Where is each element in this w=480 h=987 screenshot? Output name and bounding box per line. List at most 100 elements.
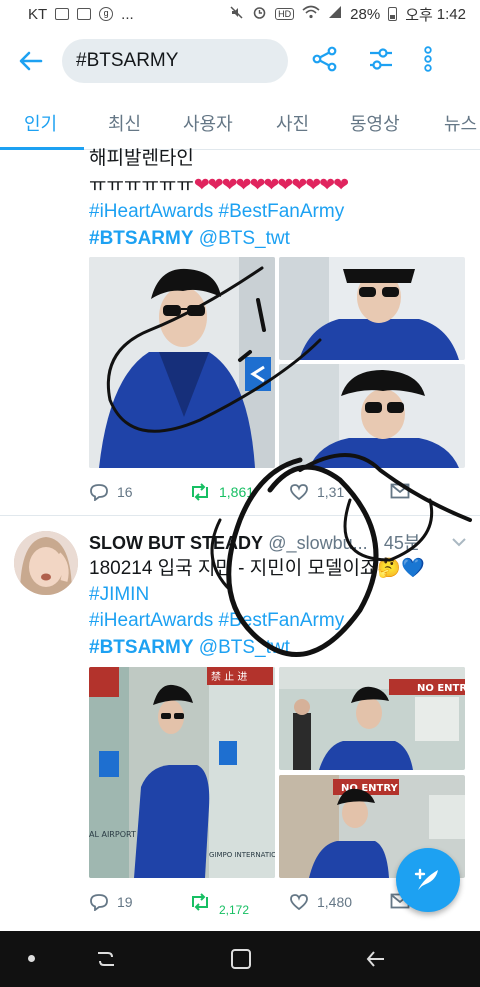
- heart-icon: [290, 894, 308, 911]
- search-input[interactable]: #BTSARMY: [62, 39, 288, 83]
- tweet-1-like-count: 1,31: [317, 484, 345, 500]
- tweet-1-line-1: 해피발렌타인: [89, 148, 194, 169]
- tweet-2-photo-top-right[interactable]: NO ENTRY: [279, 667, 465, 770]
- tweet-1-photo-large[interactable]: [89, 257, 275, 468]
- tweet-1-line-2: ㅠㅠㅠㅠㅠㅠ❤❤❤❤❤❤❤❤❤❤❤: [89, 172, 349, 199]
- tweet-2-reply-count: 19: [117, 894, 133, 910]
- alarm-icon: [252, 5, 267, 24]
- home-button[interactable]: [230, 948, 252, 975]
- back-chevron-icon: [366, 951, 384, 967]
- tab-news[interactable]: 뉴스: [444, 110, 477, 136]
- nav-dot-icon: [28, 955, 35, 962]
- more-vertical-icon: [424, 45, 432, 72]
- gallery-notification-icon: [55, 8, 70, 20]
- reply-icon: [90, 484, 108, 501]
- more-notifications: ...: [121, 5, 134, 23]
- tweet-divider: [0, 515, 480, 516]
- heart-icon: [290, 484, 308, 501]
- tweet-2-reply-button[interactable]: 19: [89, 893, 133, 911]
- tweet-2-like-count: 1,480: [317, 894, 353, 910]
- share-icon: [312, 46, 337, 71]
- gate-sign-text: 禁 止 进: [211, 671, 247, 683]
- tweet-1-photo-top-right[interactable]: [279, 257, 465, 360]
- hd-badge: HD: [275, 8, 295, 20]
- recent-apps-button[interactable]: [94, 947, 118, 976]
- home-square-icon: [231, 949, 251, 969]
- tab-people[interactable]: 사용자: [183, 110, 233, 136]
- retweet-icon: [192, 893, 208, 911]
- tweet-1-dm-button[interactable]: [390, 483, 410, 499]
- wifi-icon: [302, 5, 320, 23]
- tab-latest[interactable]: 최신: [108, 110, 141, 136]
- tab-photos[interactable]: 사진: [276, 110, 309, 136]
- tweet-1-photo-bottom-right-image: [279, 364, 465, 468]
- mute-icon: [229, 5, 244, 24]
- tweet-2-header: SLOW BUT STEADY @_slowbu... · 45분: [89, 530, 420, 557]
- tweet-1-hashtags[interactable]: #iHeartAwards #BestFanArmy: [89, 198, 344, 225]
- tab-videos[interactable]: 동영상: [350, 110, 400, 136]
- status-bar: KT g ... HD 28% 오후 1:42: [0, 0, 480, 28]
- avatar-image: [14, 531, 78, 595]
- g-notification-icon: g: [99, 7, 114, 21]
- filter-button[interactable]: [368, 46, 394, 77]
- tweet-1-hearts: ❤❤❤❤❤❤❤❤❤❤❤: [193, 175, 349, 196]
- compose-tweet-button[interactable]: [396, 848, 460, 912]
- tweet-2-photo-large[interactable]: 禁 止 进 AL AIRPORT GIMPO INTERNATIO: [89, 667, 275, 878]
- tweet-2-timestamp: · 45분: [372, 533, 421, 553]
- tweet-1-tags: #BTSARMY @BTS_twt: [89, 225, 290, 252]
- tweet-2-hashtags[interactable]: #iHeartAwards #BestFanArmy: [89, 607, 344, 634]
- tweet-1-crying: ㅠㅠㅠㅠㅠㅠ: [89, 175, 194, 196]
- tweet-2-retweet-button[interactable]: 2,172: [189, 893, 249, 917]
- tweet-1-btsarmy-hashtag[interactable]: #BTSARMY: [89, 228, 194, 249]
- tweet-2-like-button[interactable]: 1,480: [289, 893, 352, 911]
- carrier-label: KT: [28, 5, 48, 23]
- tweet-2-line-1: 180214 입국 지민 - 지민이 모델이죠🤔💙: [89, 558, 425, 579]
- system-nav-bar: [0, 931, 480, 987]
- tweet-2-btsarmy-hashtag[interactable]: #BTSARMY: [89, 637, 194, 658]
- sliders-icon: [370, 47, 392, 70]
- back-arrow-icon: [19, 51, 43, 71]
- back-button[interactable]: [0, 51, 62, 71]
- tweet-1-mention[interactable]: @BTS_twt: [199, 228, 290, 249]
- tweet-2-retweet-count: 2,172: [219, 903, 250, 917]
- tweet-2-author-name[interactable]: SLOW BUT STEADY: [89, 533, 263, 553]
- time-ampm: 오후: [405, 6, 433, 24]
- tweet-1-reply-button[interactable]: 16: [89, 483, 133, 501]
- system-back-button[interactable]: [364, 947, 388, 976]
- tweet-2-mention[interactable]: @BTS_twt: [199, 637, 290, 658]
- tweet-2-jimin-hashtag[interactable]: #JIMIN: [89, 581, 149, 608]
- tweet-2-photo-large-image: 禁 止 进 AL AIRPORT GIMPO INTERNATIO: [89, 667, 275, 878]
- avatar[interactable]: [14, 531, 78, 595]
- image-notification-icon: [77, 8, 92, 20]
- time-clock: 1:42: [436, 5, 466, 23]
- tweet-1-retweet-button[interactable]: 1,861: [189, 483, 254, 501]
- signal-icon: [328, 5, 342, 23]
- search-query: #BTSARMY: [76, 50, 179, 71]
- tweet-2-photo-top-right-image: NO ENTRY: [279, 667, 465, 770]
- tweet-2-tags: #BTSARMY @BTS_twt: [89, 634, 290, 661]
- overflow-menu-button[interactable]: [424, 45, 432, 77]
- tweet-1-photo-large-image: [89, 257, 275, 468]
- airport-sign-text: AL AIRPORT: [89, 830, 136, 839]
- tweet-1-actions: 16 1,861 1,31: [89, 483, 469, 503]
- reply-icon: [90, 894, 108, 911]
- retweet-icon: [192, 483, 208, 501]
- battery-icon: [388, 7, 398, 21]
- app-bar: #BTSARMY: [0, 28, 480, 94]
- tweet-1-photo-bottom-right[interactable]: [279, 364, 465, 468]
- tweet-2-author-handle[interactable]: @_slowbu...: [268, 533, 367, 553]
- compose-feather-icon: [414, 868, 438, 890]
- battery-percent: 28%: [350, 5, 381, 23]
- share-button[interactable]: [312, 46, 338, 77]
- envelope-icon: [390, 483, 410, 499]
- tweet-1-photo-top-right-image: [279, 257, 465, 360]
- search-tabs: 인기 최신 사용자 사진 동영상 뉴스: [0, 94, 480, 150]
- tab-top[interactable]: 인기: [24, 110, 57, 136]
- gimpo-sign-text: GIMPO INTERNATIO: [209, 851, 275, 859]
- tweet-1-like-button[interactable]: 1,31: [289, 483, 344, 501]
- tweet-1-reply-count: 16: [117, 484, 133, 500]
- tweet-2-caret-icon[interactable]: [452, 534, 466, 552]
- recents-icon: [98, 952, 114, 966]
- active-tab-indicator: [0, 147, 84, 150]
- tweet-1-retweet-count: 1,861: [219, 484, 255, 500]
